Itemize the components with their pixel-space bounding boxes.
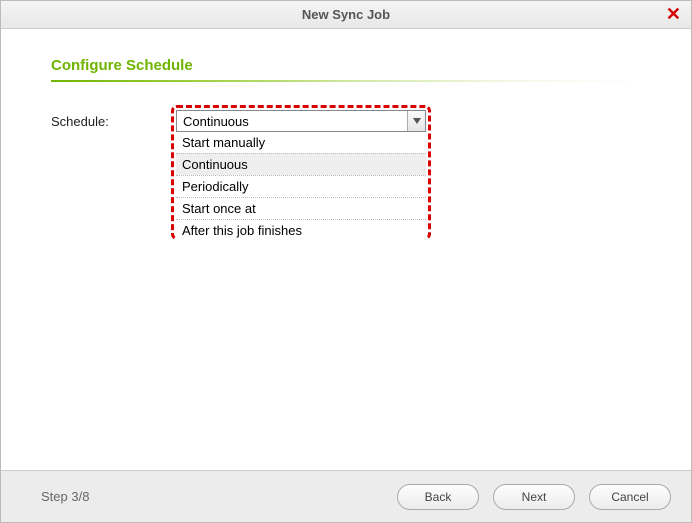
step-indicator: Step 3/8 bbox=[41, 489, 397, 504]
schedule-option[interactable]: After this job finishes bbox=[176, 219, 426, 241]
schedule-option[interactable]: Periodically bbox=[176, 175, 426, 197]
next-button[interactable]: Next bbox=[493, 484, 575, 510]
close-icon[interactable]: ✕ bbox=[666, 5, 681, 23]
dialog-content: Configure Schedule Schedule: Continuous … bbox=[1, 29, 691, 470]
schedule-select-value: Continuous bbox=[183, 114, 249, 129]
back-button[interactable]: Back bbox=[397, 484, 479, 510]
wizard-footer: Step 3/8 Back Next Cancel bbox=[1, 470, 691, 522]
schedule-row: Schedule: Continuous Start manually Cont… bbox=[51, 110, 641, 132]
footer-buttons: Back Next Cancel bbox=[397, 484, 671, 510]
schedule-option[interactable]: Start once at bbox=[176, 197, 426, 219]
chevron-down-icon bbox=[407, 111, 425, 131]
cancel-button[interactable]: Cancel bbox=[589, 484, 671, 510]
dialog-title: New Sync Job bbox=[302, 7, 390, 22]
section-heading: Configure Schedule bbox=[51, 57, 641, 74]
schedule-label: Schedule: bbox=[51, 110, 176, 129]
schedule-dropdown-wrap: Continuous Start manually Continuous Per… bbox=[176, 110, 426, 132]
schedule-dropdown-list: Start manually Continuous Periodically S… bbox=[176, 132, 426, 241]
titlebar: New Sync Job ✕ bbox=[1, 1, 691, 29]
schedule-option[interactable]: Start manually bbox=[176, 132, 426, 153]
new-sync-job-dialog: New Sync Job ✕ Configure Schedule Schedu… bbox=[0, 0, 692, 523]
schedule-select[interactable]: Continuous bbox=[176, 110, 426, 132]
section-underline bbox=[51, 80, 641, 82]
schedule-option[interactable]: Continuous bbox=[176, 153, 426, 175]
